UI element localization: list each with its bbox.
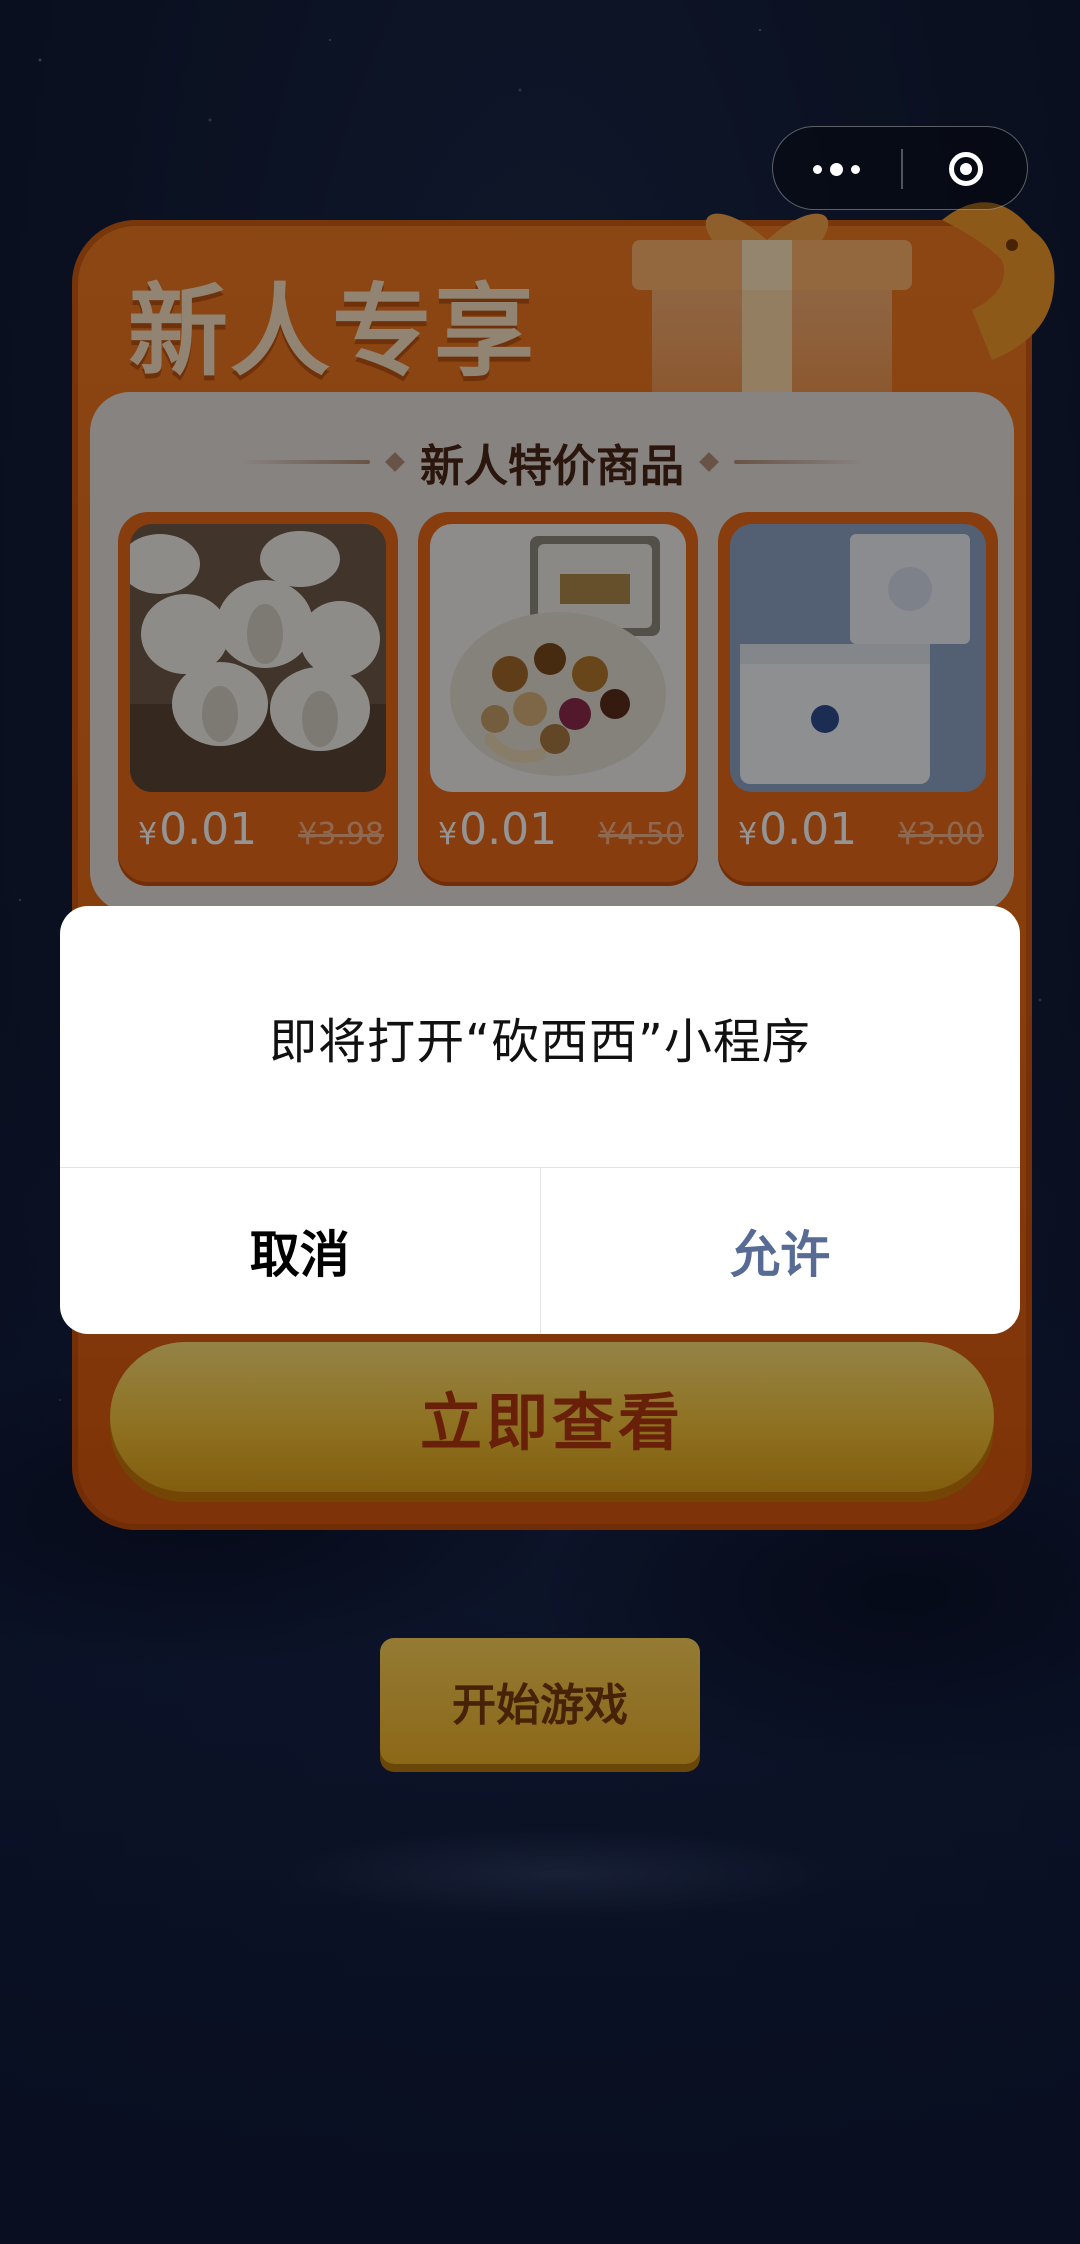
allow-button[interactable]: 允许 [541, 1168, 1021, 1334]
target-close-icon[interactable] [902, 127, 1029, 211]
miniprogram-capsule [772, 126, 1028, 210]
screen: 新人专享 新人特价商品 ¥0.01 ¥3.98 ¥0.01 ¥4.50 ¥0.0… [0, 0, 1080, 2244]
open-miniprogram-dialog: 即将打开“砍西西”小程序 取消 允许 [60, 906, 1020, 1334]
dialog-message: 即将打开“砍西西”小程序 [269, 1014, 811, 1070]
dialog-actions: 取消 允许 [60, 1167, 1020, 1334]
cancel-button[interactable]: 取消 [60, 1168, 541, 1334]
more-dots-icon[interactable] [773, 127, 900, 211]
